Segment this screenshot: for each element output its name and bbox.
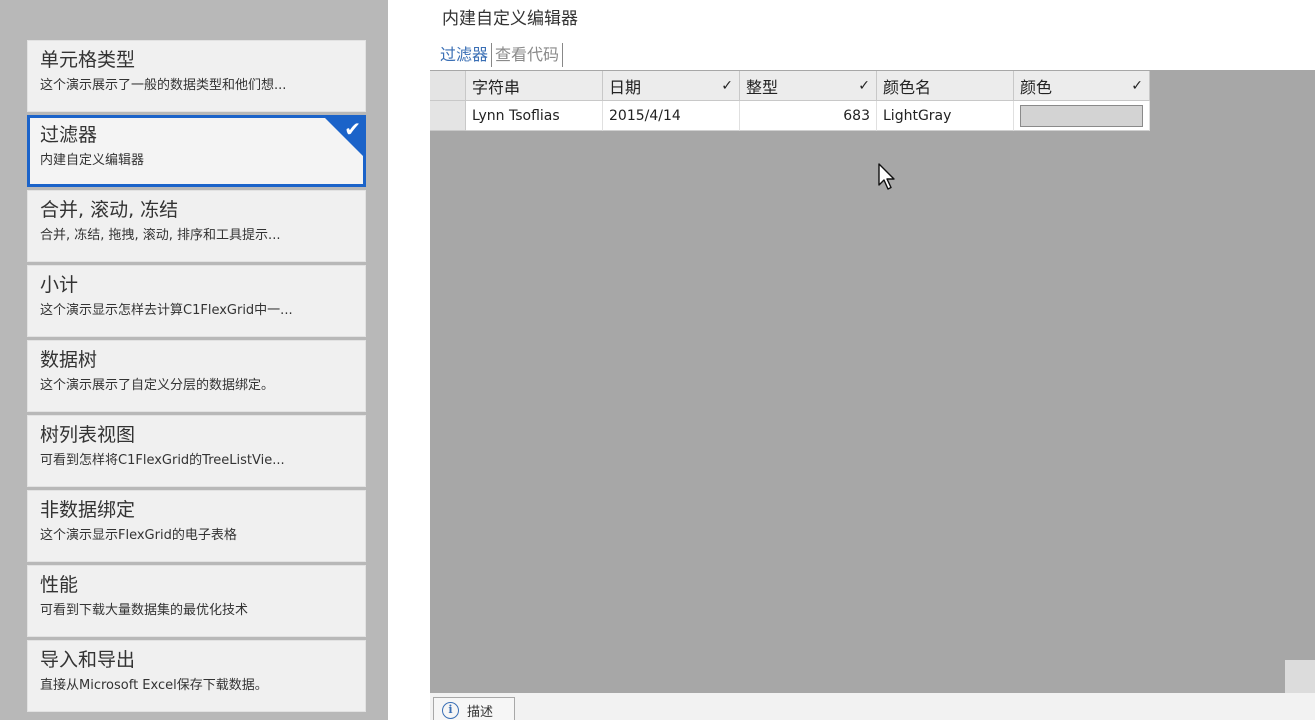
grid-scroll-strip-top — [1285, 70, 1315, 660]
sidebar-item-desc: 这个演示展示了一般的数据类型和他们想... — [40, 78, 287, 93]
sidebar: 单元格类型 这个演示展示了一般的数据类型和他们想... ✔ 过滤器 内建自定义编… — [0, 0, 388, 720]
sidebar-item-title: 导入和导出 — [40, 649, 136, 671]
sidebar-item-desc: 可看到怎样将C1FlexGrid的TreeListVie... — [40, 453, 285, 468]
filter-check-icon[interactable]: ✓ — [1131, 78, 1143, 94]
mouse-cursor-icon — [878, 163, 895, 190]
sidebar-item-desc: 内建自定义编辑器 — [40, 153, 145, 168]
column-header-date[interactable]: 日期 ✓ — [603, 71, 740, 101]
sidebar-item-unbound[interactable]: 非数据绑定 这个演示显示FlexGrid的电子表格 — [27, 490, 366, 562]
sidebar-item-desc: 这个演示显示怎样去计算C1FlexGrid中一... — [40, 303, 293, 318]
sidebar-item-desc: 这个演示显示FlexGrid的电子表格 — [40, 528, 237, 543]
sidebar-item-data-tree[interactable]: 数据树 这个演示展示了自定义分层的数据绑定。 — [27, 340, 366, 412]
column-header-color-name[interactable]: 颜色名 — [877, 71, 1014, 101]
sidebar-item-title: 合并, 滚动, 冻结 — [40, 199, 179, 221]
tab-strip: 过滤器 查看代码 — [437, 42, 564, 68]
flex-grid: 字符串 日期 ✓ 整型 ✓ 颜色名 颜色 ✓ Lynn Tsoflias 201… — [430, 71, 1150, 131]
sidebar-item-title: 数据树 — [40, 349, 98, 371]
info-icon: i — [442, 701, 459, 719]
sidebar-item-performance[interactable]: 性能 可看到下载大量数据集的最优化技术 — [27, 565, 366, 637]
cell-color-name[interactable]: LightGray — [877, 101, 1014, 131]
cell-string[interactable]: Lynn Tsoflias — [466, 101, 603, 131]
sidebar-item-title: 单元格类型 — [40, 49, 136, 71]
sidebar-item-title: 小计 — [40, 274, 79, 296]
grid-background — [430, 70, 1315, 693]
column-header-label: 颜色 — [1020, 77, 1053, 97]
sidebar-item-desc: 可看到下载大量数据集的最优化技术 — [40, 603, 249, 618]
sidebar-item-title: 非数据绑定 — [40, 499, 136, 521]
row-header-cell[interactable] — [430, 101, 466, 131]
filter-check-icon[interactable]: ✓ — [858, 78, 870, 94]
filter-check-icon[interactable]: ✓ — [721, 78, 733, 94]
checkmark-icon: ✔ — [344, 117, 361, 141]
sidebar-item-import-export[interactable]: 导入和导出 直接从Microsoft Excel保存下载数据。 — [27, 640, 366, 712]
column-header-label: 颜色名 — [883, 77, 932, 97]
column-header-int[interactable]: 整型 ✓ — [740, 71, 877, 101]
sidebar-item-cell-types[interactable]: 单元格类型 这个演示展示了一般的数据类型和他们想... — [27, 40, 366, 112]
page-title: 内建自定义编辑器 — [442, 9, 578, 29]
grid-header-row: 字符串 日期 ✓ 整型 ✓ 颜色名 颜色 ✓ — [430, 71, 1150, 101]
tab-view-code[interactable]: 查看代码 — [492, 43, 564, 67]
cell-date[interactable]: 2015/4/14 — [603, 101, 740, 131]
column-header-label: 字符串 — [472, 77, 521, 97]
sidebar-item-subtotal[interactable]: 小计 这个演示显示怎样去计算C1FlexGrid中一... — [27, 265, 366, 337]
sidebar-item-title: 树列表视图 — [40, 424, 136, 446]
tab-filter[interactable]: 过滤器 — [437, 43, 493, 67]
sidebar-item-desc: 合并, 冻结, 拖拽, 滚动, 排序和工具提示... — [40, 228, 281, 243]
column-header-label: 日期 — [609, 77, 642, 97]
description-label: 描述 — [467, 704, 494, 720]
sidebar-item-tree-list-view[interactable]: 树列表视图 可看到怎样将C1FlexGrid的TreeListVie... — [27, 415, 366, 487]
sidebar-list: 单元格类型 这个演示展示了一般的数据类型和他们想... ✔ 过滤器 内建自定义编… — [27, 40, 366, 715]
bottom-bar — [430, 693, 1315, 720]
column-header-label: 整型 — [746, 77, 779, 97]
sidebar-item-merge-scroll-freeze[interactable]: 合并, 滚动, 冻结 合并, 冻结, 拖拽, 滚动, 排序和工具提示... — [27, 190, 366, 262]
sidebar-item-title: 性能 — [40, 574, 79, 596]
description-button[interactable]: i 描述 — [433, 697, 515, 720]
sidebar-item-desc: 直接从Microsoft Excel保存下载数据。 — [40, 678, 268, 693]
column-header-string[interactable]: 字符串 — [466, 71, 603, 101]
cell-color[interactable] — [1014, 101, 1150, 131]
sidebar-item-filter[interactable]: ✔ 过滤器 内建自定义编辑器 — [27, 115, 366, 187]
cell-int[interactable]: 683 — [740, 101, 877, 131]
sidebar-item-desc: 这个演示展示了自定义分层的数据绑定。 — [40, 378, 275, 393]
grid-corner-cell — [430, 71, 466, 101]
color-swatch — [1020, 104, 1143, 127]
sidebar-item-title: 过滤器 — [40, 124, 98, 146]
column-header-color[interactable]: 颜色 ✓ — [1014, 71, 1150, 101]
table-row[interactable]: Lynn Tsoflias 2015/4/14 683 LightGray — [430, 101, 1150, 131]
